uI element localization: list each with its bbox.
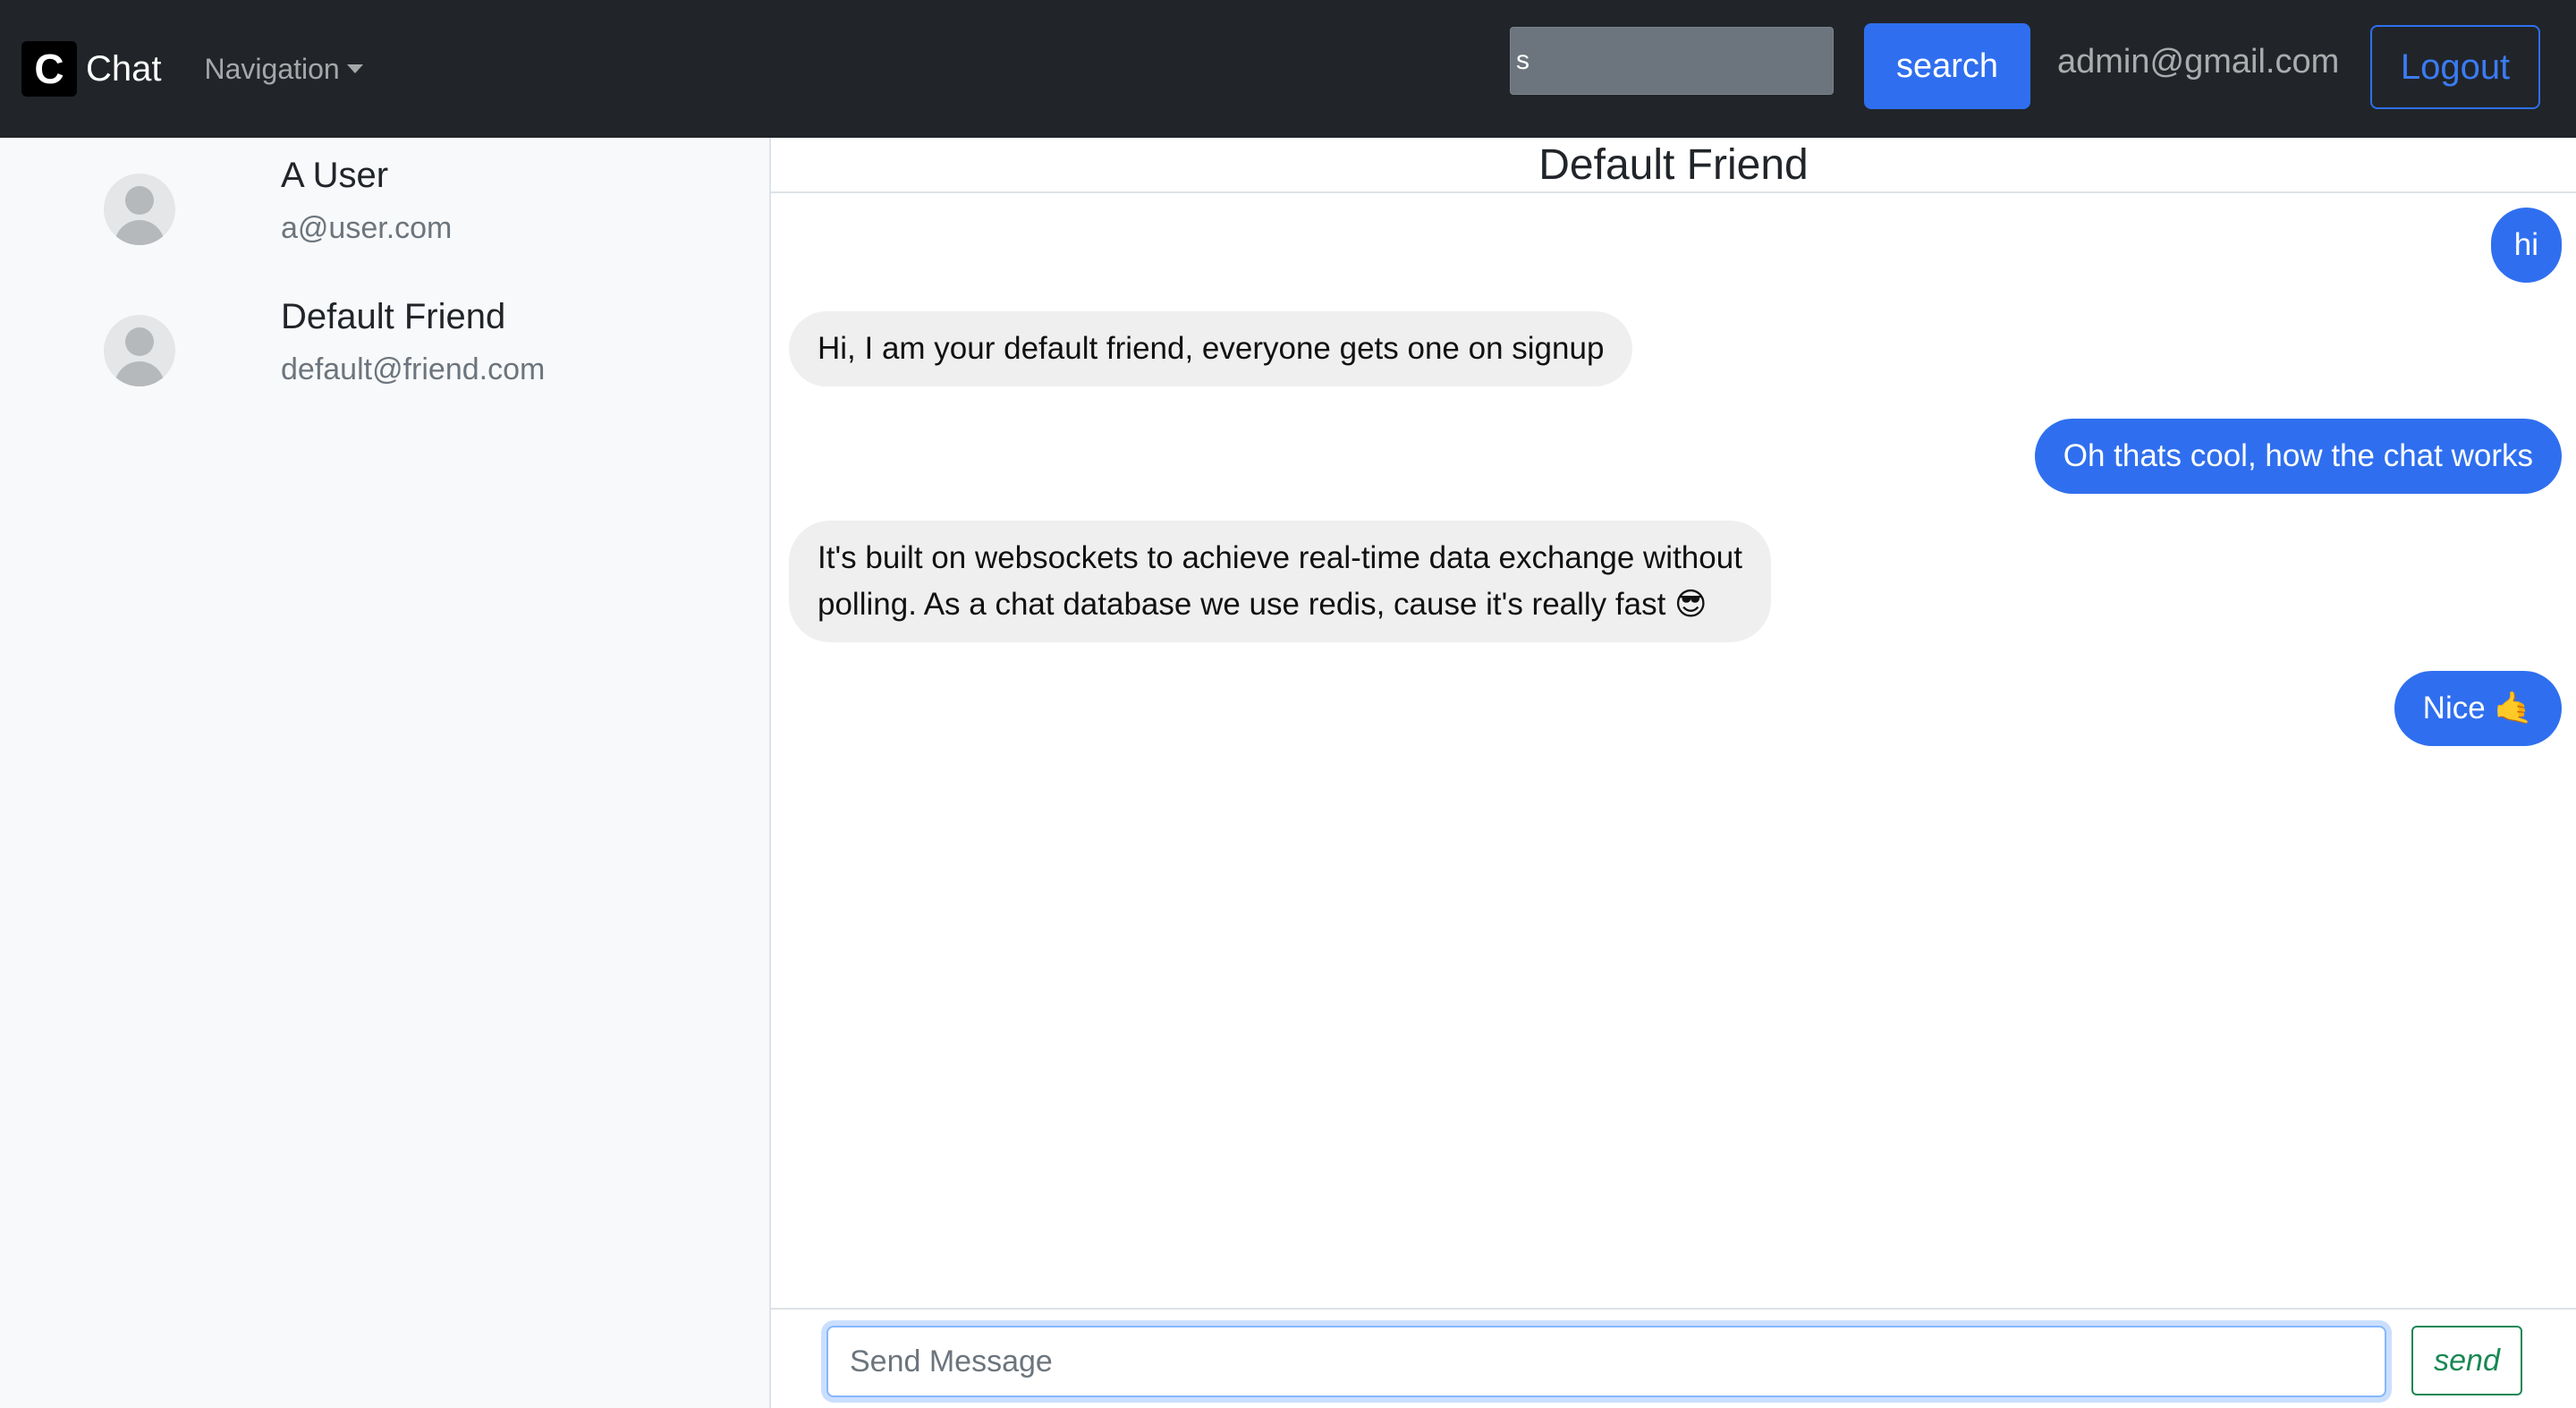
- brand[interactable]: C Chat: [21, 41, 162, 97]
- logout-button[interactable]: Logout: [2370, 25, 2540, 109]
- chat-app: C Chat Navigation search admin@gmail.com…: [0, 0, 2576, 1408]
- top-navbar: C Chat Navigation search admin@gmail.com…: [0, 0, 2576, 138]
- message-line: It's built on websockets to achieve real…: [818, 540, 1742, 575]
- contact-email: a@user.com: [281, 211, 453, 245]
- search-button[interactable]: search: [1864, 23, 2030, 109]
- current-user-email: admin@gmail.com: [2057, 43, 2340, 81]
- message-line: polling. As a chat database we use redis…: [818, 587, 1707, 622]
- brand-logo-icon: C: [21, 41, 77, 97]
- message-outgoing: hi: [2490, 208, 2562, 283]
- avatar-body: [114, 220, 165, 245]
- navigation-label: Navigation: [204, 52, 340, 85]
- send-button[interactable]: send: [2411, 1326, 2522, 1395]
- contacts-sidebar: A User a@user.com Default Friend default…: [0, 138, 771, 1408]
- avatar-head: [125, 327, 154, 356]
- caret-down-icon: [346, 64, 363, 73]
- message-incoming: It's built on websockets to achieve real…: [789, 521, 1771, 642]
- contact-name: Default Friend: [281, 297, 506, 336]
- brand-name: Chat: [86, 48, 162, 89]
- chat-title: Default Friend: [771, 138, 2576, 193]
- contact-name: A User: [281, 156, 389, 195]
- avatar-icon: [104, 174, 175, 245]
- chat-panel: Default Friend hi Hi, I am your default …: [771, 138, 2576, 1408]
- contact-email: default@friend.com: [281, 352, 546, 386]
- message-outgoing: Oh thats cool, how the chat works: [2034, 419, 2562, 494]
- navigation-dropdown[interactable]: Navigation: [205, 53, 363, 86]
- contact-item-a-user[interactable]: A User a@user.com: [0, 138, 769, 279]
- message-incoming: Hi, I am your default friend, everyone g…: [789, 311, 1633, 386]
- avatar-icon: [104, 315, 175, 386]
- avatar-head: [125, 186, 154, 215]
- message-input[interactable]: [826, 1326, 2386, 1397]
- avatar-body: [114, 361, 165, 386]
- message-composer: send: [771, 1308, 2576, 1408]
- search-input[interactable]: [1510, 27, 1834, 95]
- contact-item-default-friend[interactable]: Default Friend default@friend.com: [0, 279, 769, 420]
- message-outgoing: Nice 🤙: [2394, 671, 2562, 746]
